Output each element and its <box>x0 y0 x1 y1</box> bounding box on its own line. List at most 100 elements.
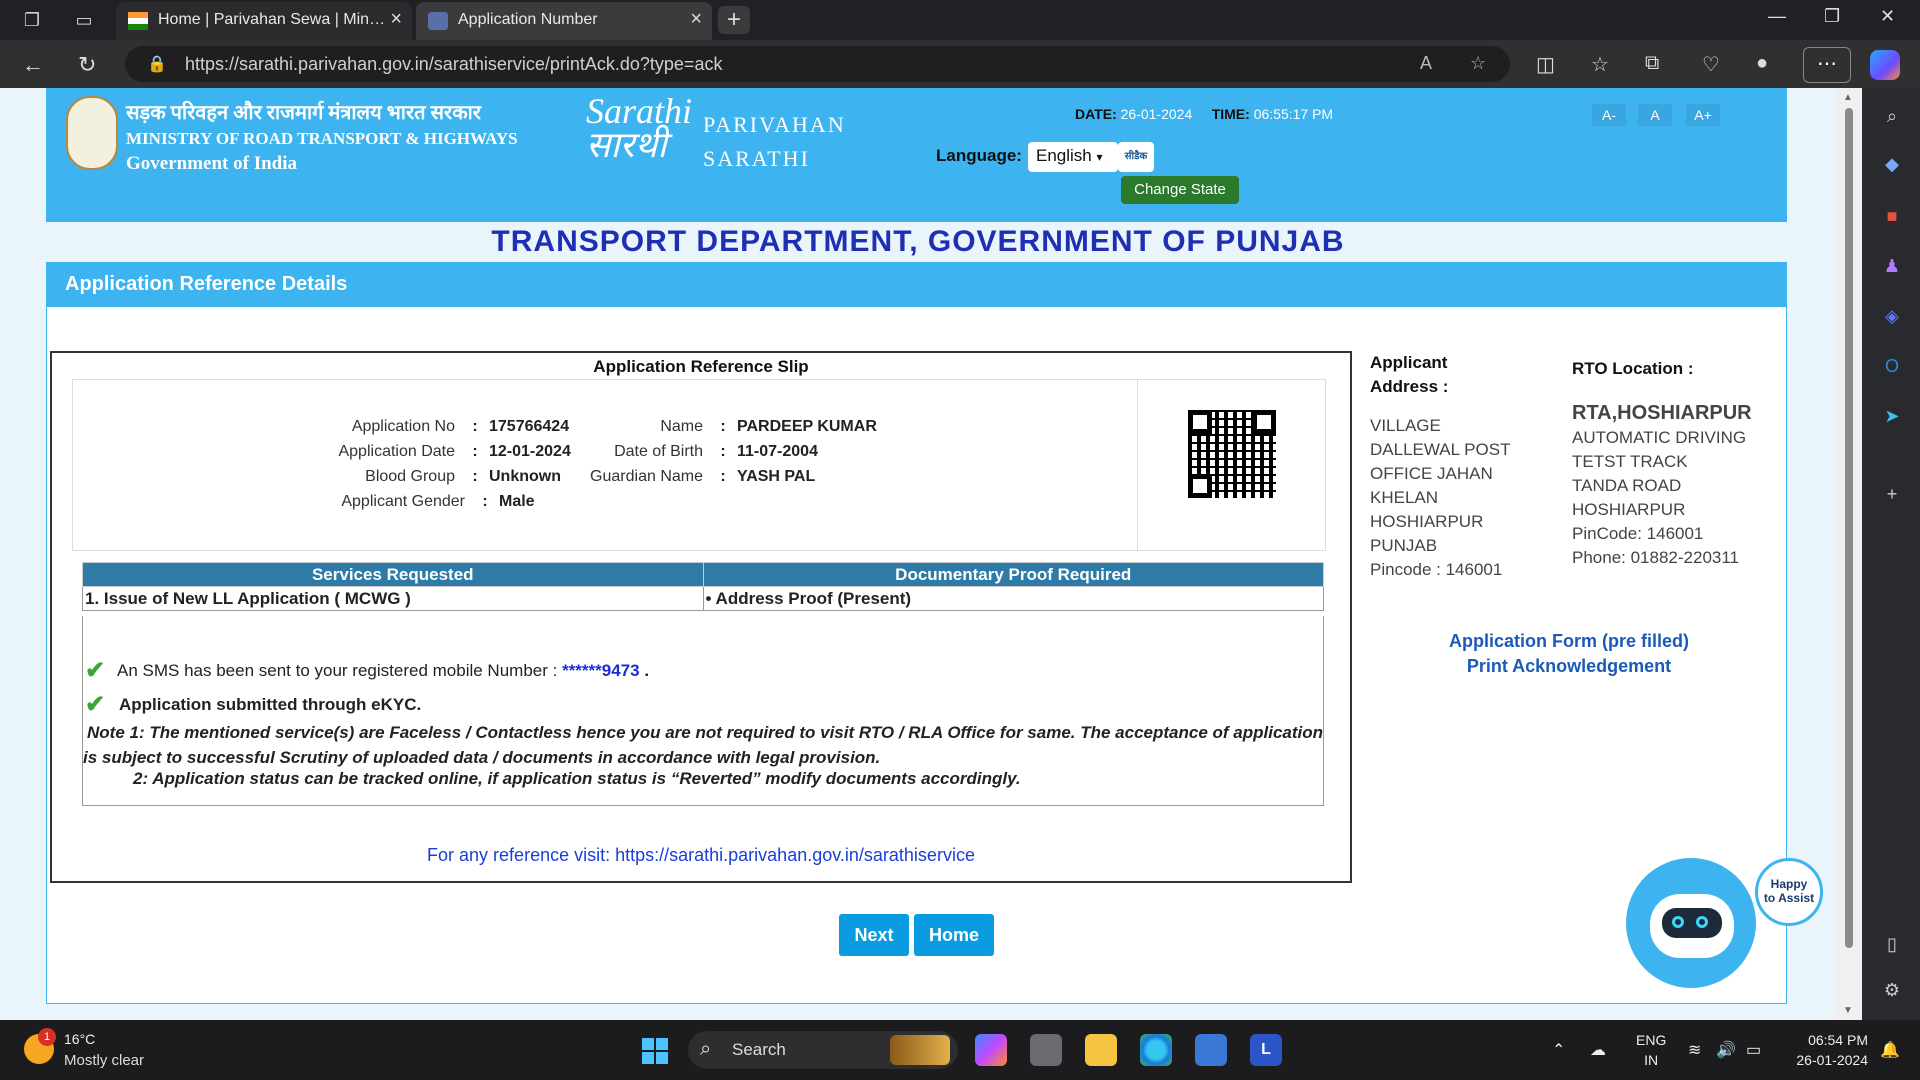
outlook-icon[interactable]: O <box>1880 354 1904 378</box>
close-tab-icon[interactable]: × <box>690 8 702 31</box>
favorite-star-icon[interactable]: ☆ <box>1470 53 1486 74</box>
address-lines: VILLAGE DALLEWAL POST OFFICE JAHAN KHELA… <box>1370 414 1510 582</box>
split-screen-icon[interactable]: ◫ <box>1536 52 1555 77</box>
rto-phone: Phone: 01882-220311 <box>1572 548 1740 567</box>
search-icon[interactable]: ⌕ <box>1880 104 1904 128</box>
page-scrollbar[interactable]: ▲ ▼ <box>1836 88 1862 1020</box>
next-button[interactable]: Next <box>839 914 909 956</box>
address-line: OFFICE JAHAN <box>1370 464 1493 483</box>
add-icon[interactable]: + <box>1880 482 1904 506</box>
parivahan-text: PARIVAHAN <box>703 112 846 137</box>
settings-gear-icon[interactable]: ⚙ <box>1880 978 1904 1002</box>
close-tab-icon[interactable]: × <box>390 8 402 31</box>
restore-icon[interactable]: ❐ <box>1824 6 1840 27</box>
copilot-sidebar-icon[interactable]: ◈ <box>1880 304 1904 328</box>
services-table: Services Requested Documentary Proof Req… <box>82 562 1324 611</box>
chatbot-assistant-icon[interactable] <box>1626 858 1756 988</box>
rto-lines: AUTOMATIC DRIVING TETST TRACK TANDA ROAD… <box>1572 426 1746 570</box>
robot-eye <box>1672 916 1684 928</box>
logo-latin: Sarathi <box>586 91 693 131</box>
government-of-india: Government of India <box>126 153 297 174</box>
volume-icon[interactable]: 🔊 <box>1716 1040 1736 1060</box>
chevron-up-icon[interactable]: ⌃ <box>1552 1040 1565 1060</box>
browser-essentials-icon[interactable]: ♡ <box>1702 52 1720 77</box>
toolbox-icon[interactable]: ■ <box>1880 204 1904 228</box>
rto-line: HOSHIARPUR <box>1572 500 1686 519</box>
parivahan-sarathi-wordmark: PARIVAHAN SARATHI <box>703 108 846 176</box>
edge-browser-icon[interactable] <box>1140 1034 1172 1066</box>
ministry-hindi: सड़क परिवहन और राजमार्ग मंत्रालय भारत सर… <box>126 102 481 124</box>
font-increase-button[interactable]: A+ <box>1686 104 1720 126</box>
sms-text: An SMS has been sent to your registered … <box>117 661 558 680</box>
qr-finder <box>1188 474 1212 498</box>
search-highlight-image <box>890 1035 950 1065</box>
url-text[interactable]: https://sarathi.parivahan.gov.in/sarathi… <box>185 54 722 75</box>
sarathi-logo[interactable]: Sarathi सारथी <box>586 91 693 163</box>
onedrive-icon[interactable]: ☁ <box>1590 1040 1606 1060</box>
system-clock[interactable]: 06:54 PM 26-01-2024 <box>1788 1030 1868 1070</box>
browser-tab-bar: ❐ ▭ Home | Parivahan Sewa | Ministry of … <box>0 0 1920 40</box>
scroll-down-icon[interactable]: ▼ <box>1843 1005 1853 1016</box>
tag-icon[interactable]: ◆ <box>1880 152 1904 176</box>
sidebar-toggle-icon[interactable]: ▯ <box>1880 932 1904 956</box>
gender-value: Male <box>499 493 535 510</box>
reference-link[interactable]: For any reference visit: https://sarathi… <box>52 845 1350 866</box>
microsoft-store-icon[interactable] <box>1195 1034 1227 1066</box>
windows-start-icon[interactable] <box>642 1038 668 1064</box>
file-explorer-icon[interactable] <box>1085 1034 1117 1066</box>
lock-icon[interactable]: 🔒 <box>147 54 167 74</box>
notification-bell-icon[interactable]: 🔔 <box>1880 1040 1900 1060</box>
tab-home-parivahan[interactable]: Home | Parivahan Sewa | Ministry of Road… <box>116 2 412 40</box>
address-line: HOSHIARPUR <box>1370 512 1484 531</box>
tab-actions-icon[interactable]: ▭ <box>72 8 96 32</box>
weather-badge: 1 <box>38 1028 56 1046</box>
more-menu-button[interactable]: ⋯ <box>1803 47 1851 83</box>
taskbar-search[interactable]: ⌕ Search <box>688 1031 958 1069</box>
lang-code: ENG <box>1636 1032 1667 1048</box>
print-acknowledgement-link[interactable]: Print Acknowledgement <box>1419 656 1719 677</box>
rto-pincode: PinCode: 146001 <box>1572 524 1704 543</box>
language-selected: English <box>1036 146 1092 165</box>
copilot-icon[interactable] <box>1870 50 1900 80</box>
send-icon[interactable]: ➤ <box>1880 404 1904 428</box>
india-flag-icon <box>128 12 148 30</box>
tab-application-number[interactable]: Application Number × <box>416 2 712 40</box>
refresh-icon[interactable]: ↻ <box>78 52 96 78</box>
new-tab-button[interactable]: + <box>718 6 750 34</box>
language-select[interactable]: English ▾ <box>1028 142 1118 172</box>
favorites-icon[interactable]: ☆ <box>1591 52 1609 77</box>
home-button[interactable]: Home <box>914 914 994 956</box>
minimize-icon[interactable]: — <box>1768 6 1786 27</box>
battery-icon[interactable]: ▭ <box>1746 1040 1761 1060</box>
page-icon <box>428 12 448 30</box>
national-emblem-icon <box>66 96 118 170</box>
qr-finder <box>1252 410 1276 434</box>
wifi-icon[interactable]: ≋ <box>1688 1040 1701 1060</box>
copilot-app-icon[interactable] <box>975 1034 1007 1066</box>
scrollbar-thumb[interactable] <box>1845 108 1853 948</box>
temperature[interactable]: 16°C <box>64 1031 95 1047</box>
read-aloud-icon[interactable]: A <box>1420 53 1432 74</box>
workspaces-icon[interactable]: ❐ <box>20 8 44 32</box>
font-normal-button[interactable]: A <box>1638 104 1672 126</box>
robot-visor <box>1662 908 1722 938</box>
happy-to-assist-bubble[interactable]: Happy to Assist <box>1755 858 1823 926</box>
font-decrease-button[interactable]: A- <box>1592 104 1626 126</box>
scroll-up-icon[interactable]: ▲ <box>1843 92 1853 103</box>
input-language[interactable]: ENG IN <box>1636 1030 1666 1070</box>
date-value: 26-01-2024 <box>1120 106 1193 122</box>
collections-icon[interactable]: ⧉ <box>1645 52 1659 75</box>
tab-title: Home | Parivahan Sewa | Ministry of Road… <box>158 11 388 28</box>
l-app-icon[interactable]: L <box>1250 1034 1282 1066</box>
application-form-link[interactable]: Application Form (pre filled) <box>1419 631 1719 652</box>
weather-condition[interactable]: Mostly clear <box>64 1052 144 1069</box>
task-view-icon[interactable] <box>1030 1034 1062 1066</box>
url-field[interactable]: 🔒 https://sarathi.parivahan.gov.in/sarat… <box>125 46 1510 82</box>
close-window-icon[interactable]: ✕ <box>1880 6 1895 27</box>
colon: : <box>720 468 726 485</box>
change-state-button[interactable]: Change State <box>1121 176 1239 204</box>
back-icon[interactable]: ← <box>22 52 44 78</box>
games-icon[interactable]: ♟ <box>1880 254 1904 278</box>
profile-avatar-icon[interactable]: ● <box>1756 52 1768 75</box>
dob-value: 11-07-2004 <box>737 443 818 460</box>
